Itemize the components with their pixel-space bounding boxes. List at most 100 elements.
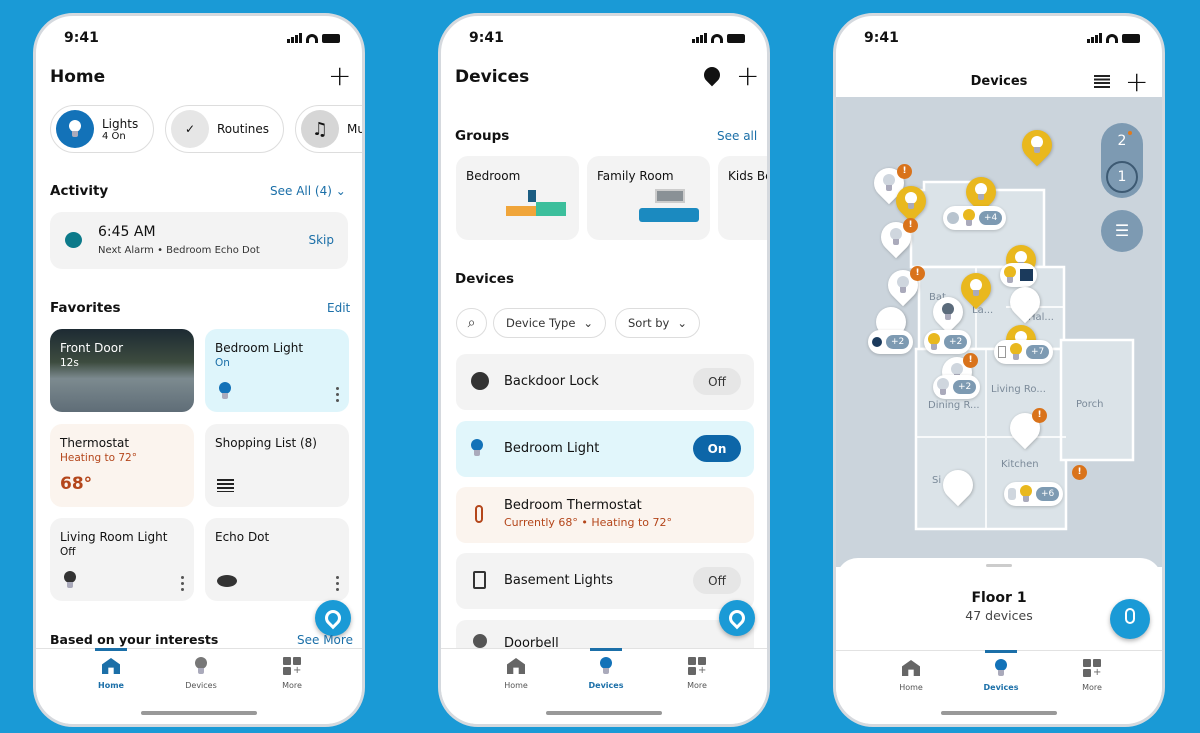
- tile-sub: Heating to 72°: [60, 452, 137, 464]
- echo-icon: [947, 212, 959, 224]
- device-type-dropdown[interactable]: Device Type ⌄: [493, 308, 607, 338]
- warning-icon: !: [963, 353, 978, 368]
- device-row-backdoor-lock[interactable]: Backdoor Lock Off: [456, 354, 754, 410]
- tab-home[interactable]: Home: [871, 657, 951, 692]
- cluster-count: +6: [1036, 487, 1060, 501]
- signal-icon: [1087, 33, 1102, 43]
- device-name: Bedroom Thermostat: [504, 498, 642, 513]
- tab-more[interactable]: + More: [252, 655, 332, 690]
- edit-favorites-link[interactable]: Edit: [327, 301, 350, 315]
- echo-dot-tile[interactable]: Echo Dot: [205, 518, 349, 601]
- echo-dot-icon: [217, 575, 237, 587]
- status-time: 9:41: [864, 30, 899, 46]
- device-row-bedroom-thermostat[interactable]: Bedroom Thermostat Currently 68° • Heatin…: [456, 487, 754, 543]
- floor-1-button[interactable]: 1: [1106, 161, 1138, 193]
- bulb-icon: [471, 439, 483, 457]
- see-more-link[interactable]: See More: [297, 633, 353, 647]
- floor-map[interactable]: Bat La... Hal... Living Ro... Dining R..…: [836, 97, 1162, 567]
- status-time: 9:41: [64, 30, 99, 46]
- alexa-button[interactable]: [315, 600, 351, 636]
- device-cluster[interactable]: [1000, 263, 1037, 287]
- alarm-card[interactable]: 6:45 AM Next Alarm • Bedroom Echo Dot Sk…: [50, 212, 348, 269]
- list-view-icon[interactable]: [1094, 75, 1110, 88]
- chip-sub: 4 On: [102, 130, 126, 142]
- more-options-icon[interactable]: [336, 576, 340, 591]
- device-toggle[interactable]: On: [693, 435, 741, 462]
- more-options-icon[interactable]: [181, 576, 185, 591]
- tab-label: Devices: [588, 681, 624, 690]
- group-label: Family Room: [597, 169, 674, 183]
- group-label: Kids Be: [728, 169, 770, 183]
- add-icon[interactable]: +: [736, 62, 759, 90]
- tab-home[interactable]: Home: [71, 655, 151, 690]
- thermostat-value: 68°: [60, 474, 93, 494]
- tab-more[interactable]: + More: [1052, 657, 1132, 692]
- tab-devices[interactable]: Devices: [566, 655, 646, 690]
- tab-devices[interactable]: Devices: [961, 657, 1041, 692]
- device-name: Bedroom Light: [504, 441, 600, 456]
- list-icon: [217, 479, 234, 492]
- more-options-icon[interactable]: [336, 387, 340, 402]
- battery-icon: [322, 33, 340, 43]
- alarm-time: 6:45 AM: [98, 224, 156, 240]
- tile-title: Thermostat: [60, 436, 130, 450]
- sort-by-dropdown[interactable]: Sort by ⌄: [615, 308, 700, 338]
- floor-2-button[interactable]: 2: [1101, 133, 1143, 149]
- tab-home[interactable]: Home: [476, 655, 556, 690]
- device-cluster[interactable]: +6: [1004, 482, 1064, 506]
- front-door-camera-tile[interactable]: Front Door 12s: [50, 329, 194, 412]
- tab-devices[interactable]: Devices: [161, 655, 241, 690]
- device-name: Basement Lights: [504, 573, 614, 588]
- device-cluster[interactable]: +2: [868, 330, 914, 354]
- thermostat-tile[interactable]: Thermostat Heating to 72° 68°: [50, 424, 194, 507]
- shopping-list-tile[interactable]: Shopping List (8): [205, 424, 349, 507]
- see-all-activity-link[interactable]: See All (4) ⌄: [270, 184, 346, 198]
- switch-icon: [473, 571, 486, 589]
- group-kids-bedroom[interactable]: Kids Be: [718, 156, 770, 240]
- add-icon[interactable]: +: [328, 62, 351, 90]
- see-all-label: See All (4): [270, 184, 332, 198]
- tab-bar: Home Devices + More: [836, 650, 1162, 724]
- tile-title: Living Room Light: [60, 530, 168, 544]
- camera-icon: [872, 337, 882, 347]
- device-cluster[interactable]: +4: [943, 206, 1007, 230]
- chip-routines[interactable]: ✓ Routines: [165, 105, 284, 153]
- battery-icon: [1122, 33, 1140, 43]
- device-row-bedroom-light[interactable]: Bedroom Light On: [456, 421, 754, 477]
- map-screen: 9:41 Devices + Bat La... Hal... Living R…: [833, 13, 1165, 727]
- tab-label: Devices: [185, 681, 217, 690]
- dropdown-label: Sort by: [628, 316, 670, 330]
- group-family-room[interactable]: Family Room: [587, 156, 710, 240]
- device-toggle[interactable]: Off: [693, 567, 741, 594]
- tile-sub: 12s: [60, 357, 79, 369]
- status-icons: [692, 33, 745, 43]
- bulb-icon: [64, 571, 76, 589]
- filter-sliders-button[interactable]: ☰: [1101, 210, 1143, 252]
- search-button[interactable]: ⌕: [456, 308, 487, 338]
- living-room-light-tile[interactable]: Living Room Light Off: [50, 518, 194, 601]
- bedroom-light-tile[interactable]: Bedroom Light On: [205, 329, 349, 412]
- room-label: Living Ro...: [991, 384, 1046, 395]
- device-toggle[interactable]: Off: [693, 368, 741, 395]
- groups-title: Groups: [455, 128, 510, 144]
- bulb-icon: [928, 333, 940, 351]
- bulb-icon: [1010, 343, 1022, 361]
- microphone-button[interactable]: [1110, 599, 1150, 639]
- location-pin-icon[interactable]: [700, 63, 724, 87]
- skip-button[interactable]: Skip: [308, 233, 334, 247]
- tab-more[interactable]: + More: [657, 655, 737, 690]
- device-row-basement-lights[interactable]: Basement Lights Off: [456, 553, 754, 609]
- add-icon[interactable]: +: [1125, 68, 1148, 96]
- chip-music[interactable]: ♫ Mu: [295, 105, 362, 153]
- drag-handle[interactable]: [986, 564, 1012, 567]
- cluster-count: +2: [944, 335, 968, 349]
- chip-lights[interactable]: Lights 4 On: [50, 105, 154, 153]
- see-all-groups-link[interactable]: See all: [717, 129, 757, 143]
- device-cluster[interactable]: +2: [924, 330, 972, 354]
- device-cluster[interactable]: +2: [933, 375, 981, 399]
- bulb-icon: [1004, 266, 1016, 284]
- alexa-button[interactable]: [719, 600, 755, 636]
- floor-selector: 2 1: [1101, 123, 1143, 198]
- device-cluster[interactable]: +7: [994, 340, 1054, 364]
- group-bedroom[interactable]: Bedroom: [456, 156, 579, 240]
